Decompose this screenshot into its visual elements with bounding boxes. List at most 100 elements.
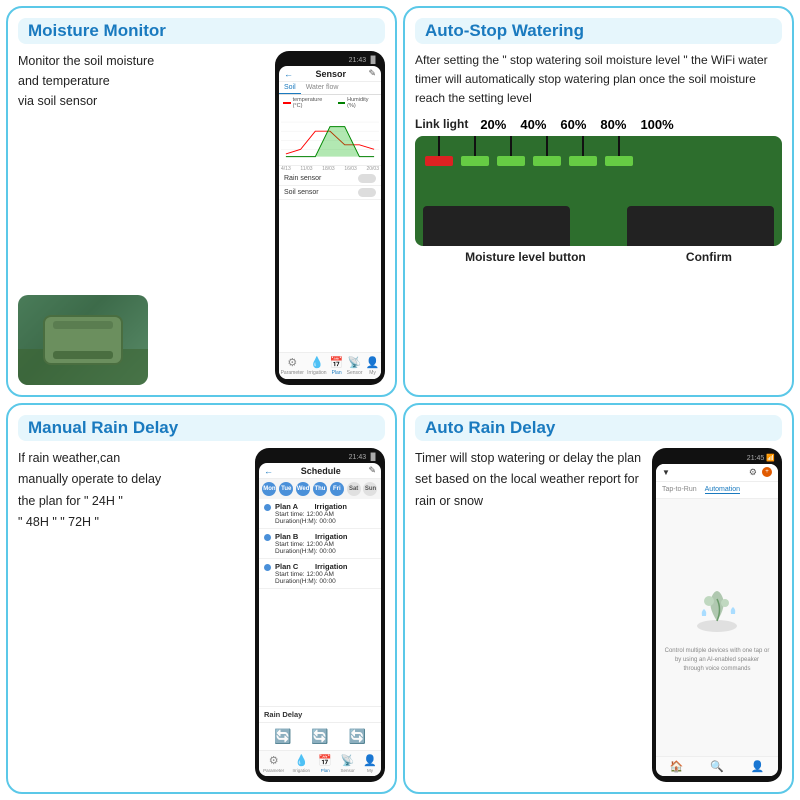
- schedule-status-bar: 21:43 ▐▌: [259, 454, 381, 461]
- rain-sensor-toggle[interactable]: [358, 174, 376, 183]
- nav-parameter[interactable]: ⚙Parameter: [281, 356, 304, 376]
- moisture-sensor-visual: [415, 136, 782, 246]
- nav-my[interactable]: 👤My: [366, 356, 380, 376]
- nav-sensor[interactable]: 📡Sensor: [347, 356, 363, 376]
- plan-c-dot: [264, 564, 271, 571]
- level-percentages: 20% 40% 60% 80% 100%: [480, 117, 673, 132]
- humidity-legend-line: [338, 102, 346, 104]
- nav-param-schedule[interactable]: ⚙Parameter: [263, 754, 284, 773]
- nav-sensor-schedule[interactable]: 📡Sensor: [340, 754, 354, 773]
- dropdown-icon[interactable]: ▼: [662, 468, 670, 477]
- moisture-phone: 21:43 ▐▌ ← Sensor ✎ Soil Water flow: [275, 51, 385, 385]
- link-light-label: Link light: [415, 117, 468, 131]
- rain-delay-options: 🔄 🔄 🔄: [259, 722, 381, 750]
- irrigation-icon: 💧: [310, 356, 324, 369]
- moisture-bottom-labels: Moisture level button Confirm: [415, 250, 782, 264]
- temperature-legend-line: [283, 102, 291, 104]
- soil-sensor-toggle[interactable]: [358, 188, 376, 197]
- search-icon: 🔍: [710, 760, 724, 773]
- parameter-icon: ⚙: [287, 356, 297, 369]
- manual-rain-panel: Manual Rain Delay If rain weather,can ma…: [6, 403, 397, 794]
- link-light-indicator: [425, 136, 453, 166]
- moisture-body: Monitor the soil moisture and temperatur…: [18, 51, 385, 385]
- plan-b: Plan B Irrigation Start time: 12:00 AM D…: [259, 529, 381, 559]
- settings-icon[interactable]: ⚙: [749, 467, 757, 478]
- delay-48h-icon[interactable]: 🔄: [311, 728, 328, 745]
- soil-sensor-row: Soil sensor: [279, 186, 381, 200]
- back-icon[interactable]: ←: [284, 69, 293, 79]
- nav-my-schedule[interactable]: 👤My: [363, 754, 377, 773]
- automation-desc-text: Control multiple devices with one tap or…: [664, 647, 770, 674]
- automation-bottom-nav: 🏠 🔍 👤: [656, 756, 778, 776]
- green-indicator-3: [533, 136, 561, 166]
- week-day-row: Mon Tue Wed Thu Fri Sat Sun: [259, 479, 381, 499]
- automation-illustration: [687, 581, 747, 641]
- profile-icon: 👤: [751, 760, 765, 773]
- day-tue[interactable]: Tue: [279, 482, 293, 496]
- level-80: 80%: [600, 117, 626, 132]
- nav-irrigation[interactable]: 💧Irrigation: [307, 356, 326, 376]
- manual-text-area: If rain weather,can manually operate to …: [18, 448, 249, 782]
- chart-legend: temperature (°C) Humidity (%): [279, 95, 381, 111]
- add-badge[interactable]: +: [762, 467, 772, 477]
- level-60: 60%: [560, 117, 586, 132]
- soil-sensor-image: [18, 295, 148, 385]
- day-fri[interactable]: Fri: [330, 482, 344, 496]
- phone-status-bar: 21:43 ▐▌: [279, 57, 381, 64]
- main-grid: Moisture Monitor Monitor the soil moistu…: [0, 0, 800, 800]
- header-action-icons: ⚙ +: [749, 467, 772, 478]
- day-mon[interactable]: Mon: [262, 482, 276, 496]
- edit-icon-schedule[interactable]: ✎: [368, 465, 376, 476]
- green-indicator-5: [605, 136, 633, 166]
- tab-tap-to-run[interactable]: Tap-to-Run: [662, 486, 697, 494]
- manual-rain-title: Manual Rain Delay: [18, 415, 385, 441]
- plan-icon: 📅: [330, 356, 344, 369]
- delay-72h-icon[interactable]: 🔄: [349, 728, 366, 745]
- legend-temperature: temperature (°C): [283, 97, 332, 109]
- schedule-phone-header: ← Schedule ✎: [259, 463, 381, 479]
- autostop-title: Auto-Stop Watering: [415, 18, 782, 44]
- automation-tab-bar: Tap-to-Run Automation: [656, 482, 778, 499]
- autorain-panel: Auto Rain Delay Timer will stop watering…: [403, 403, 794, 794]
- sensor-device-shape: [43, 315, 123, 365]
- delay-24h-icon[interactable]: 🔄: [274, 728, 291, 745]
- nav-irrig-schedule[interactable]: 💧Irrigation: [293, 754, 311, 773]
- phone-tab-bar: Soil Water flow: [279, 82, 381, 95]
- my-icon: 👤: [366, 356, 380, 369]
- manual-rain-description: If rain weather,can manually operate to …: [18, 448, 249, 782]
- nav-plan[interactable]: 📅Plan: [330, 356, 344, 376]
- automation-phone: 21:45 📶 ▼ ⚙ + Tap-to-Run Automation: [652, 448, 782, 782]
- edit-icon[interactable]: ✎: [368, 68, 376, 79]
- nav-profile-auto[interactable]: 👤: [751, 760, 765, 773]
- legend-humidity: Humidity (%): [338, 97, 377, 109]
- plan-b-dot: [264, 534, 271, 541]
- tab-automation[interactable]: Automation: [705, 486, 740, 494]
- rain-sensor-row: Rain sensor: [279, 172, 381, 186]
- level-100: 100%: [640, 117, 673, 132]
- day-sat[interactable]: Sat: [347, 482, 361, 496]
- schedule-bottom-nav: ⚙Parameter 💧Irrigation 📅Plan 📡Sensor 👤My: [259, 750, 381, 776]
- nav-search-auto[interactable]: 🔍: [710, 760, 724, 773]
- link-indicator-line: [438, 136, 440, 156]
- nav-plan-schedule[interactable]: 📅Plan: [318, 754, 332, 773]
- tab-waterflow[interactable]: Water flow: [301, 82, 344, 94]
- rain-delay-label: Rain Delay: [259, 706, 381, 722]
- nav-home-auto[interactable]: 🏠: [669, 760, 683, 773]
- autorain-text-area: Timer will stop watering or delay the pl…: [415, 448, 646, 782]
- back-icon-schedule[interactable]: ←: [264, 466, 273, 476]
- level-20: 20%: [480, 117, 506, 132]
- black-block-1: [423, 206, 570, 246]
- tab-soil[interactable]: Soil: [279, 82, 301, 94]
- manual-body: If rain weather,can manually operate to …: [18, 448, 385, 782]
- day-wed[interactable]: Wed: [296, 482, 310, 496]
- autorain-body: Timer will stop watering or delay the pl…: [415, 448, 782, 782]
- level-header-row: Link light 20% 40% 60% 80% 100%: [415, 117, 782, 132]
- day-sun[interactable]: Sun: [363, 482, 377, 496]
- schedule-screen: ← Schedule ✎ Mon Tue Wed Thu Fri Sat Sun: [259, 463, 381, 776]
- automation-header: ▼ ⚙ +: [656, 464, 778, 482]
- home-icon: 🏠: [669, 760, 683, 773]
- moisture-title: Moisture Monitor: [18, 18, 385, 44]
- moisture-bottom-nav: ⚙Parameter 💧Irrigation 📅Plan 📡Sensor 👤My: [279, 352, 381, 379]
- black-block-2: [627, 206, 774, 246]
- day-thu[interactable]: Thu: [313, 482, 327, 496]
